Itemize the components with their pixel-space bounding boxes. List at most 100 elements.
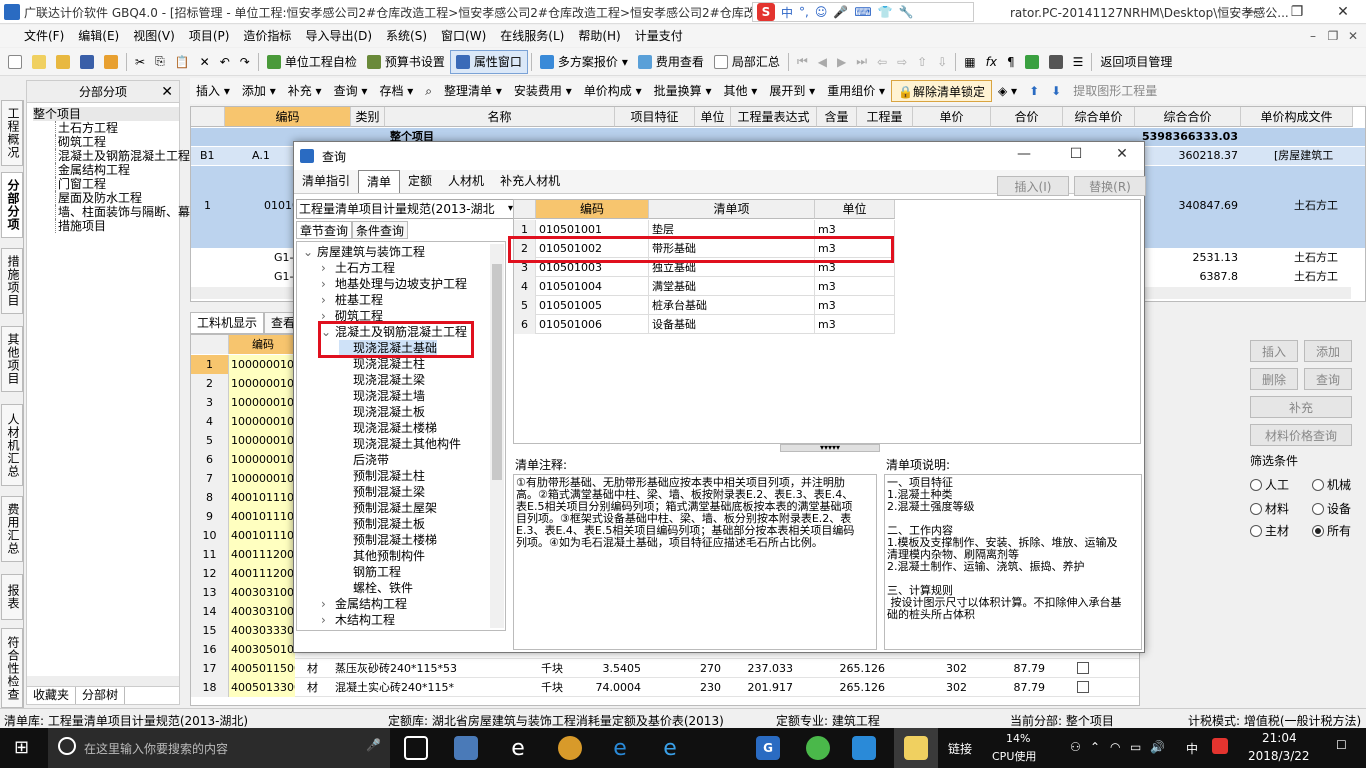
col-total-price[interactable]: 合价 bbox=[991, 107, 1063, 127]
cut-icon[interactable]: ✂ bbox=[130, 50, 150, 74]
expander-icon[interactable]: ⌄ bbox=[321, 324, 335, 340]
expander-icon[interactable]: › bbox=[321, 612, 335, 628]
tab-favorites[interactable]: 收藏夹 bbox=[27, 687, 77, 704]
list-items-grid[interactable]: 编码 清单项 单位 1 010501001 垫层 m3 2 010501002 带形基础 m3… bbox=[513, 199, 1141, 452]
mdi-close-icon[interactable]: ✕ bbox=[1344, 27, 1362, 45]
row-code[interactable]: 4005013300 bbox=[229, 678, 295, 697]
tree-node[interactable]: › 木结构工程 bbox=[321, 612, 395, 628]
col-unit[interactable]: 单位 bbox=[815, 200, 895, 219]
minimize-icon[interactable]: — bbox=[1228, 0, 1274, 24]
windows-start-icon[interactable]: ⊞ bbox=[14, 738, 34, 758]
tab-supplement-labor-material[interactable]: 补充人材机 bbox=[492, 170, 568, 193]
row-code[interactable]: 4001011100 bbox=[229, 507, 295, 526]
minimize-icon[interactable]: — bbox=[1012, 146, 1036, 162]
notification-icon[interactable]: ☐ bbox=[1336, 738, 1347, 752]
reuse-pricing-button[interactable]: 重用组价 ▾ bbox=[821, 80, 891, 102]
tab-quota[interactable]: 定额 bbox=[400, 170, 440, 193]
tree-node[interactable]: 其他预制构件 bbox=[339, 548, 425, 564]
browser-360-icon[interactable] bbox=[806, 736, 830, 760]
tab-labor-material-display[interactable]: 工料机显示 bbox=[190, 312, 265, 334]
archive-button[interactable]: 存档 ▾ bbox=[373, 80, 419, 102]
ime-indicator[interactable]: 中 bbox=[1186, 740, 1198, 757]
col-content[interactable]: 含量 bbox=[817, 107, 857, 127]
row-code[interactable]: 4001112000 bbox=[229, 564, 295, 583]
table-row[interactable]: 3 010501003 独立基础 m3 bbox=[514, 258, 895, 277]
tree-node[interactable]: 现浇混凝土基础 bbox=[339, 340, 438, 356]
tray-up-icon[interactable]: ⌃ bbox=[1090, 740, 1100, 754]
menu-edit[interactable]: 编辑(E) bbox=[71, 25, 126, 47]
tab-condition-query[interactable]: 条件查询 bbox=[352, 221, 409, 239]
col-list-item[interactable]: 清单项 bbox=[649, 200, 815, 219]
tree-root[interactable]: 整个项目 bbox=[33, 107, 179, 121]
tree-node[interactable]: 预制混凝土楼梯 bbox=[339, 532, 437, 548]
ime-keyboard-icon[interactable]: ⌨ bbox=[854, 5, 871, 19]
clock-date[interactable]: 2018/3/22 bbox=[1248, 749, 1310, 763]
menu-help[interactable]: 帮助(H) bbox=[571, 25, 627, 47]
move-down-icon[interactable]: ⇩ bbox=[932, 50, 952, 74]
row-code[interactable]: 4003031000 bbox=[229, 602, 295, 621]
spec-select[interactable]: 工程量清单项目计量规范(2013-湖北 ▾ bbox=[296, 199, 516, 219]
gbq-task[interactable] bbox=[894, 728, 938, 768]
table-row[interactable]: 18 4005013300 材 混凝土实心砖240*115* 千块 74.0004 230 2… bbox=[191, 678, 1139, 697]
back-to-project-button[interactable]: 返回项目管理 bbox=[1095, 50, 1177, 74]
multi-plan-quote-button[interactable]: 多方案报价 ▾ bbox=[535, 50, 633, 74]
col-code[interactable]: 编码 bbox=[229, 335, 295, 354]
partial-summary-button[interactable]: 局部汇总 bbox=[709, 50, 785, 74]
arrow-up-icon[interactable]: ⬆ bbox=[1023, 80, 1045, 102]
binoculars-icon[interactable]: ⌕ bbox=[419, 80, 438, 102]
table-row[interactable]: 6 010501006 设备基础 m3 bbox=[514, 315, 895, 334]
move-right-icon[interactable]: ⇨ bbox=[892, 50, 912, 74]
nav-division-items[interactable]: 分部分项 bbox=[1, 172, 23, 238]
row-code[interactable]: 1000000100 bbox=[229, 412, 295, 431]
save-icon[interactable] bbox=[75, 50, 99, 74]
close-icon[interactable]: ✕ bbox=[1320, 0, 1366, 24]
insert-button[interactable]: 插入 ▾ bbox=[190, 80, 236, 102]
fan-app-icon[interactable] bbox=[454, 736, 478, 760]
sogou-icon[interactable]: S bbox=[757, 3, 775, 21]
move-up-icon[interactable]: ⇧ bbox=[912, 50, 932, 74]
view-costs-button[interactable]: 费用查看 bbox=[633, 50, 709, 74]
close-icon[interactable]: ✕ bbox=[161, 81, 173, 103]
tree-node[interactable]: 后浇带 bbox=[339, 452, 389, 468]
paint-icon[interactable]: ◈ ▾ bbox=[992, 80, 1023, 102]
row-code[interactable]: 1000000100 bbox=[229, 431, 295, 450]
chapter-tree[interactable]: ⌄ 房屋建筑与装饰工程 › 土石方工程 › 地基处理与边坡支护工程 › 桩基工程 › 砌筑工程 ⌄ 混… bbox=[296, 241, 506, 631]
edge-icon[interactable]: e bbox=[608, 736, 632, 761]
menu-system[interactable]: 系统(S) bbox=[379, 25, 434, 47]
col-comp-total[interactable]: 综合合价 bbox=[1135, 107, 1241, 127]
row-code[interactable]: 1000000100 bbox=[229, 393, 295, 412]
radio-all[interactable]: 所有 bbox=[1312, 522, 1351, 539]
col-features[interactable]: 项目特征 bbox=[615, 107, 695, 127]
tree-item[interactable]: 土石方工程 bbox=[55, 121, 179, 135]
menu-payment[interactable]: 计量支付 bbox=[628, 25, 690, 47]
insert-button[interactable]: 插入(I) bbox=[997, 176, 1069, 196]
tab-list[interactable]: 清单 bbox=[358, 170, 401, 193]
restore-icon[interactable]: ❐ bbox=[1274, 0, 1320, 24]
tree-node[interactable]: ⌄ 房屋建筑与装饰工程 bbox=[303, 244, 425, 260]
property-window-button[interactable]: 属性窗口 bbox=[449, 49, 528, 74]
tree-node[interactable]: 现浇混凝土柱 bbox=[339, 356, 425, 372]
row-code[interactable]: 4001011100 bbox=[229, 526, 295, 545]
close-icon[interactable]: ✕ bbox=[1110, 146, 1134, 162]
replace-button[interactable]: 替换(R) bbox=[1074, 176, 1146, 196]
app-icon[interactable] bbox=[558, 736, 582, 760]
formula-icon[interactable]: fx bbox=[981, 50, 1002, 74]
table-row[interactable]: 4 010501004 满堂基础 m3 bbox=[514, 277, 895, 296]
tree-node[interactable]: 钢筋工程 bbox=[339, 564, 401, 580]
row-code[interactable]: 1000000100 bbox=[229, 450, 295, 469]
tree-node[interactable]: 现浇混凝土墙 bbox=[339, 388, 425, 404]
move-left-icon[interactable]: ⇦ bbox=[872, 50, 892, 74]
volume-icon[interactable]: 🔊 bbox=[1150, 740, 1165, 754]
mdi-restore-icon[interactable]: ❐ bbox=[1324, 27, 1342, 45]
microphone-icon[interactable]: 🎤 bbox=[366, 738, 381, 752]
insert-button[interactable]: 插入 bbox=[1250, 340, 1298, 362]
tree-node[interactable]: ⌄ 混凝土及钢筋混凝土工程 bbox=[321, 324, 467, 340]
menu-online[interactable]: 在线服务(L) bbox=[493, 25, 571, 47]
nav-measures[interactable]: 措施项目 bbox=[1, 248, 23, 314]
budget-settings-button[interactable]: 预算书设置 bbox=[362, 50, 450, 74]
ime-voice-icon[interactable]: 🎤 bbox=[833, 5, 848, 19]
supplement-button[interactable]: 补充 ▾ bbox=[282, 80, 328, 102]
row-code[interactable]: 1000000100 bbox=[229, 469, 295, 488]
row-code[interactable]: 1000000100 bbox=[229, 374, 295, 393]
material-price-query-button[interactable]: 材料价格查询 bbox=[1250, 424, 1352, 446]
